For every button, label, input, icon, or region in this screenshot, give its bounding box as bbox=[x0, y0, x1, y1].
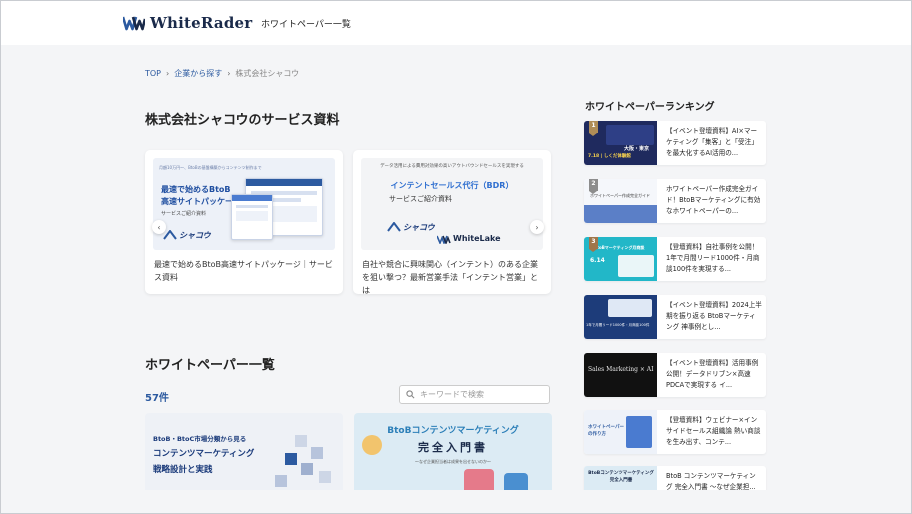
slide-thumb-label: サービスご紹介資料 bbox=[161, 211, 207, 217]
service-slide[interactable]: 月額10万円〜、BtoBの基盤構築からコンテンツ制作まで 最速で始めるBtoB … bbox=[145, 150, 343, 294]
ranking-item[interactable]: 大阪・東京 7.18 | しくだ体験館 1 【イベント登壇資料】AI×マーケティ… bbox=[584, 121, 766, 165]
rank-badge-gold: 1 bbox=[589, 121, 598, 136]
breadcrumb-chevron-icon: › bbox=[227, 69, 231, 78]
page-bottom-mask bbox=[1, 490, 911, 513]
service-section-title: 株式会社シャコウのサービス資料 bbox=[145, 113, 340, 128]
slide-thumb-title-line1: インテントセールス代行（BDR） bbox=[390, 181, 514, 190]
ranking-item[interactable]: Sales Marketing × AI 【イベント登壇資料】活用事例公開！デー… bbox=[584, 353, 766, 397]
card-subtitle: 〜なぜ企業担当者は成果を出せないのか〜 bbox=[415, 459, 491, 464]
rank-badge-bronze: 3 bbox=[589, 237, 598, 252]
slide-caption: 自社や競合に興味関心（インテント）のある企業を狙い撃つ？最新営業手法「インテント… bbox=[362, 260, 538, 294]
carousel-prev-button[interactable]: ‹ bbox=[152, 220, 166, 234]
slide-caption: 最速で始めるBtoB高速サイトパッケージ｜サービス資料 bbox=[154, 260, 333, 282]
site-header: WhiteRader ホワイトペーパー一覧 bbox=[1, 1, 911, 45]
ranking-thumb-sub: 7.18 | しくだ体験館 bbox=[588, 154, 631, 159]
whitepaper-section-title: ホワイトペーパー一覧 bbox=[145, 358, 275, 373]
card-title-line1: BtoB・BtoC市場分類から見る bbox=[153, 435, 247, 443]
ranking-thumb-text: ホワイトペーパーの作り方 bbox=[588, 425, 624, 437]
screen-mockup-small bbox=[231, 194, 273, 240]
breadcrumb-chevron-icon: › bbox=[166, 69, 170, 78]
ranking-thumb-text: BtoBコンテンツマーケティング 完全入門書 bbox=[588, 471, 654, 483]
ranking-thumb-text: ホワイトペーパー作成完全ガイド bbox=[590, 193, 650, 198]
shakou-logo-icon bbox=[387, 222, 401, 232]
nav-whitepaper-list[interactable]: ホワイトペーパー一覧 bbox=[261, 17, 351, 30]
card-title-line2: 完全入門書 bbox=[418, 441, 488, 454]
slide-thumb-logo2: WhiteLake bbox=[453, 234, 501, 243]
ranking-item-title: ホワイトペーパー作成完全ガイド！BtoBマーケティングに有効なホワイトペーパーの… bbox=[666, 185, 761, 215]
breadcrumb-current: 株式会社シャコウ bbox=[235, 69, 300, 78]
search-input[interactable] bbox=[420, 390, 540, 399]
breadcrumb-company-search[interactable]: 企業から探す bbox=[174, 68, 222, 79]
card-title-line2: コンテンツマーケティング bbox=[153, 449, 255, 459]
card-title-line1: BtoBコンテンツマーケティング bbox=[387, 426, 519, 436]
slide-thumbnail: データ活用による費用対効果の高いアウトバウンドセールスを実現する インテントセー… bbox=[361, 158, 543, 250]
ranking-item-title: 【登壇資料】ウェビナー×インサイドセールス組織論 熱い商談を生み出す、コンテ..… bbox=[666, 416, 761, 446]
whitepaper-count: 57件 bbox=[145, 393, 169, 404]
breadcrumb: TOP › 企業から探す › 株式会社シャコウ bbox=[145, 68, 299, 79]
slide-thumb-subtitle: 月額10万円〜、BtoBの基盤構築からコンテンツ制作まで bbox=[159, 165, 262, 170]
slide-thumbnail: 月額10万円〜、BtoBの基盤構築からコンテンツ制作まで 最速で始めるBtoB … bbox=[153, 158, 335, 250]
keyword-search[interactable] bbox=[399, 385, 550, 404]
ranking-thumb-text: Sales Marketing × AI bbox=[588, 366, 654, 373]
ranking-item[interactable]: BtoBマーケティング月商談 6.14 3 【登壇資料】自社事例を公開！1年で月… bbox=[584, 237, 766, 281]
ranking-thumbnail: ホワイトペーパーの作り方 bbox=[584, 410, 657, 454]
ranking-item-title: 【登壇資料】自社事例を公開！1年で月間リード1000件・月商談100件を実現する… bbox=[666, 243, 760, 273]
slide-thumb-logo: シャコウ bbox=[179, 231, 211, 240]
service-slide[interactable]: データ活用による費用対効果の高いアウトバウンドセールスを実現する インテントセー… bbox=[353, 150, 551, 294]
card-title-line3: 戦略設計と実践 bbox=[153, 465, 213, 475]
whitelake-logo-icon bbox=[437, 235, 451, 244]
ranking-item[interactable]: 1年で月間リード1000件・月商談100件 【イベント登壇資料】2024上半期を… bbox=[584, 295, 766, 339]
logo-icon bbox=[123, 16, 145, 31]
slide-thumb-title-line1: 最速で始めるBtoB bbox=[161, 185, 231, 194]
ranking-item-title: 【イベント登壇資料】AI×マーケティング「集客」と「受注」を最大化するAI活用の… bbox=[666, 127, 758, 157]
ranking-thumbnail: 1年で月間リード1000件・月商談100件 bbox=[584, 295, 657, 339]
rank-badge-silver: 2 bbox=[589, 179, 598, 194]
slide-thumb-logo: シャコウ bbox=[403, 223, 435, 232]
breadcrumb-top[interactable]: TOP bbox=[145, 69, 161, 78]
decorative-circle bbox=[362, 435, 382, 455]
ranking-thumbnail: Sales Marketing × AI bbox=[584, 353, 657, 397]
service-carousel: 月額10万円〜、BtoBの基盤構築からコンテンツ制作まで 最速で始めるBtoB … bbox=[145, 150, 555, 296]
ranking-item-title: 【イベント登壇資料】活用事例公開！データドリブン×高速PDCAで実現する イ..… bbox=[666, 359, 759, 389]
search-icon bbox=[406, 390, 415, 399]
ranking-thumb-text: 大阪・東京 bbox=[624, 146, 650, 152]
ranking-item-title: 【イベント登壇資料】2024上半期を振り返る BtoBマーケティング 神事例とし… bbox=[666, 301, 762, 331]
site-logo[interactable]: WhiteRader bbox=[123, 14, 252, 32]
ranking-item[interactable]: ホワイトペーパーの作り方 【登壇資料】ウェビナー×インサイドセールス組織論 熱い… bbox=[584, 410, 766, 454]
ranking-title: ホワイトペーパーランキング bbox=[585, 102, 715, 113]
slide-thumb-title-line2: 高速サイトパッケージ bbox=[161, 197, 241, 206]
shakou-logo-icon bbox=[163, 230, 177, 240]
whitepaper-card[interactable]: BtoB・BtoC市場分類から見る コンテンツマーケティング 戦略設計と実践 bbox=[145, 413, 343, 493]
ranking-thumb-text: 1年で月間リード1000件・月商談100件 bbox=[586, 323, 650, 327]
ranking-thumb-sub: 6.14 bbox=[590, 257, 605, 264]
carousel-next-button[interactable]: › bbox=[530, 220, 544, 234]
ranking-item[interactable]: ホワイトペーパー作成完全ガイド 2 ホワイトペーパー作成完全ガイド！BtoBマー… bbox=[584, 179, 766, 223]
ranking-thumb-text: BtoBマーケティング月商談 bbox=[594, 245, 645, 250]
whitepaper-card[interactable]: BtoBコンテンツマーケティング 完全入門書 〜なぜ企業担当者は成果を出せないの… bbox=[354, 413, 552, 493]
slide-thumb-label: サービスご紹介資料 bbox=[389, 195, 452, 203]
slide-thumb-subtitle: データ活用による費用対効果の高いアウトバウンドセールスを実現する bbox=[380, 164, 524, 169]
decorative-cubes bbox=[275, 435, 331, 487]
logo-text: WhiteRader bbox=[150, 14, 253, 32]
